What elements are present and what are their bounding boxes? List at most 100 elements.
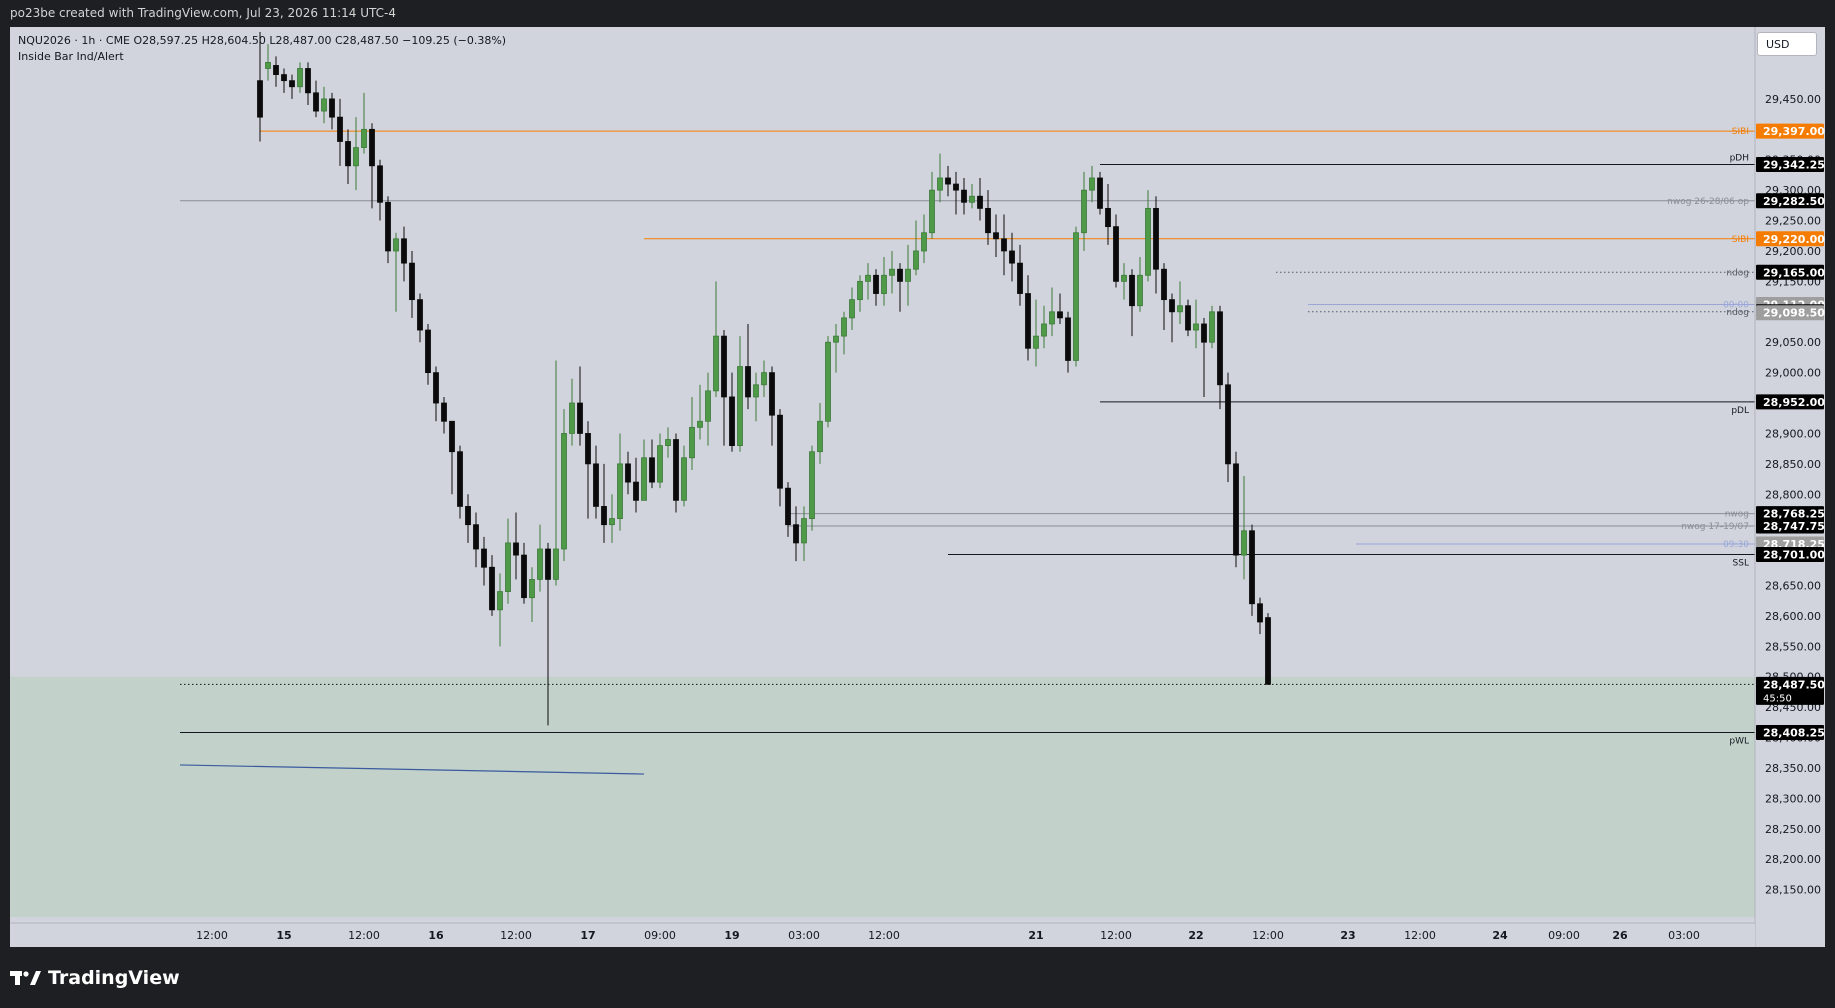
- chart-panel[interactable]: SIBI pDH nwog 26-28/06 op SIBI ndog 00:00 ndog…: [10, 27, 1825, 947]
- candle-body-23: [441, 402, 447, 422]
- x-tick-label: 03:00: [1668, 929, 1700, 942]
- candle-body-55: [697, 420, 703, 428]
- symbol-ohlc-line[interactable]: NQU2026 · 1h · CME O28,597.25 H28,604.50…: [18, 33, 506, 49]
- candle-body-80: [897, 268, 903, 282]
- candle-body-70: [817, 420, 823, 453]
- price-chart[interactable]: SIBIpDHnwog 26-28/06 opSIBIndog00:00ndog…: [10, 27, 1825, 947]
- candle-body-61: [745, 366, 751, 398]
- x-tick-label: 12:00: [196, 929, 228, 942]
- currency-button[interactable]: USD: [1757, 32, 1817, 56]
- candle-body-92: [993, 232, 999, 240]
- candle-body-120: [1217, 311, 1223, 386]
- candle-body-51: [665, 439, 671, 447]
- y-tick-label: 28,550.00: [1765, 640, 1821, 653]
- candle-body-121: [1225, 384, 1231, 465]
- attribution-text: po23be created with TradingView.com, Jul…: [10, 6, 397, 20]
- y-tick-label: 29,200.00: [1765, 245, 1821, 258]
- x-tick-label: 24: [1492, 929, 1508, 942]
- y-tick-label: 28,250.00: [1765, 823, 1821, 836]
- x-tick-label: 12:00: [1100, 929, 1132, 942]
- candle-body-90: [977, 195, 983, 209]
- candle-body-85: [937, 177, 943, 191]
- level-label-4: ndog: [1726, 268, 1749, 278]
- candle-body-22: [433, 372, 439, 404]
- candle-body-69: [809, 451, 815, 519]
- candle-body-29: [489, 566, 495, 611]
- candle-body-16: [385, 201, 391, 252]
- price-label: 29,220.00: [1763, 233, 1825, 246]
- candle-body-110: [1137, 274, 1143, 307]
- candle-body-75: [857, 280, 863, 301]
- candle-body-100: [1057, 311, 1063, 319]
- x-tick-label: 12:00: [868, 929, 900, 942]
- x-tick-label: 09:00: [1548, 929, 1580, 942]
- candle-body-104: [1089, 177, 1095, 191]
- candle-body-74: [849, 299, 855, 319]
- candle-body-31: [505, 542, 511, 592]
- candle-body-122: [1233, 463, 1239, 556]
- price-label: 29,342.25: [1763, 158, 1825, 171]
- candle-body-19: [409, 262, 415, 301]
- y-tick-label: 28,600.00: [1765, 610, 1821, 623]
- candle-body-59: [729, 396, 735, 447]
- y-tick-label: 29,050.00: [1765, 336, 1821, 349]
- candle-body-8: [321, 98, 327, 112]
- candle-body-13: [361, 128, 367, 148]
- candle-body-103: [1081, 189, 1087, 234]
- candle-body-37: [553, 548, 559, 580]
- candle-body-7: [313, 92, 319, 112]
- x-tick-label: 16: [428, 929, 444, 942]
- x-tick-label: 17: [580, 929, 595, 942]
- tradingview-logo[interactable]: TradingView: [10, 967, 180, 989]
- price-label: 29,397.00: [1763, 125, 1825, 138]
- candle-body-52: [673, 439, 679, 501]
- candle-body-65: [777, 414, 783, 489]
- candle-body-99: [1049, 311, 1055, 325]
- candle-body-40: [577, 402, 583, 434]
- candle-body-96: [1025, 293, 1031, 349]
- brand-name: TradingView: [48, 967, 180, 989]
- chart-legend: NQU2026 · 1h · CME O28,597.25 H28,604.50…: [18, 33, 506, 65]
- level-label-7: pDL: [1731, 406, 1749, 416]
- indicator-label[interactable]: Inside Bar Ind/Alert: [18, 49, 506, 65]
- candle-body-117: [1193, 323, 1199, 331]
- candle-body-125: [1257, 603, 1263, 623]
- attribution-bar: po23be created with TradingView.com, Jul…: [0, 0, 1835, 27]
- price-label: 28,487.50: [1763, 678, 1825, 691]
- y-tick-label: 28,350.00: [1765, 762, 1821, 775]
- candle-body-97: [1033, 335, 1039, 349]
- x-tick-label: 26: [1612, 929, 1628, 942]
- level-label-10: 09:30: [1723, 540, 1749, 550]
- candle-body-15: [377, 165, 383, 203]
- price-label: 28,701.00: [1763, 548, 1825, 561]
- candle-body-53: [681, 457, 687, 501]
- candle-body-109: [1129, 274, 1135, 307]
- candle-body-101: [1065, 317, 1071, 361]
- candle-body-27: [473, 524, 479, 550]
- candle-body-28: [481, 548, 487, 568]
- x-tick-label: 19: [724, 929, 739, 942]
- price-label: 29,165.00: [1763, 266, 1825, 279]
- candle-body-102: [1073, 232, 1079, 361]
- candle-body-43: [601, 506, 607, 526]
- candle-body-113: [1161, 268, 1167, 301]
- candle-body-124: [1249, 530, 1255, 605]
- candle-body-60: [737, 366, 743, 447]
- candle-body-86: [945, 177, 951, 185]
- candle-body-48: [641, 457, 647, 501]
- candle-body-18: [401, 238, 407, 264]
- x-tick-label: 09:00: [644, 929, 676, 942]
- candle-body-50: [657, 445, 663, 483]
- candle-body-9: [329, 98, 335, 118]
- price-label: 28,408.25: [1763, 727, 1825, 740]
- candle-body-25: [457, 451, 463, 507]
- candle-body-6: [305, 68, 311, 94]
- candle-body-26: [465, 506, 471, 526]
- candle-body-62: [753, 384, 759, 398]
- y-tick-label: 28,300.00: [1765, 792, 1821, 805]
- candle-body-82: [913, 250, 919, 270]
- candle-body-119: [1209, 311, 1215, 343]
- x-tick-label: 12:00: [500, 929, 532, 942]
- candle-body-5: [297, 68, 303, 88]
- level-label-8: nwog: [1725, 510, 1749, 520]
